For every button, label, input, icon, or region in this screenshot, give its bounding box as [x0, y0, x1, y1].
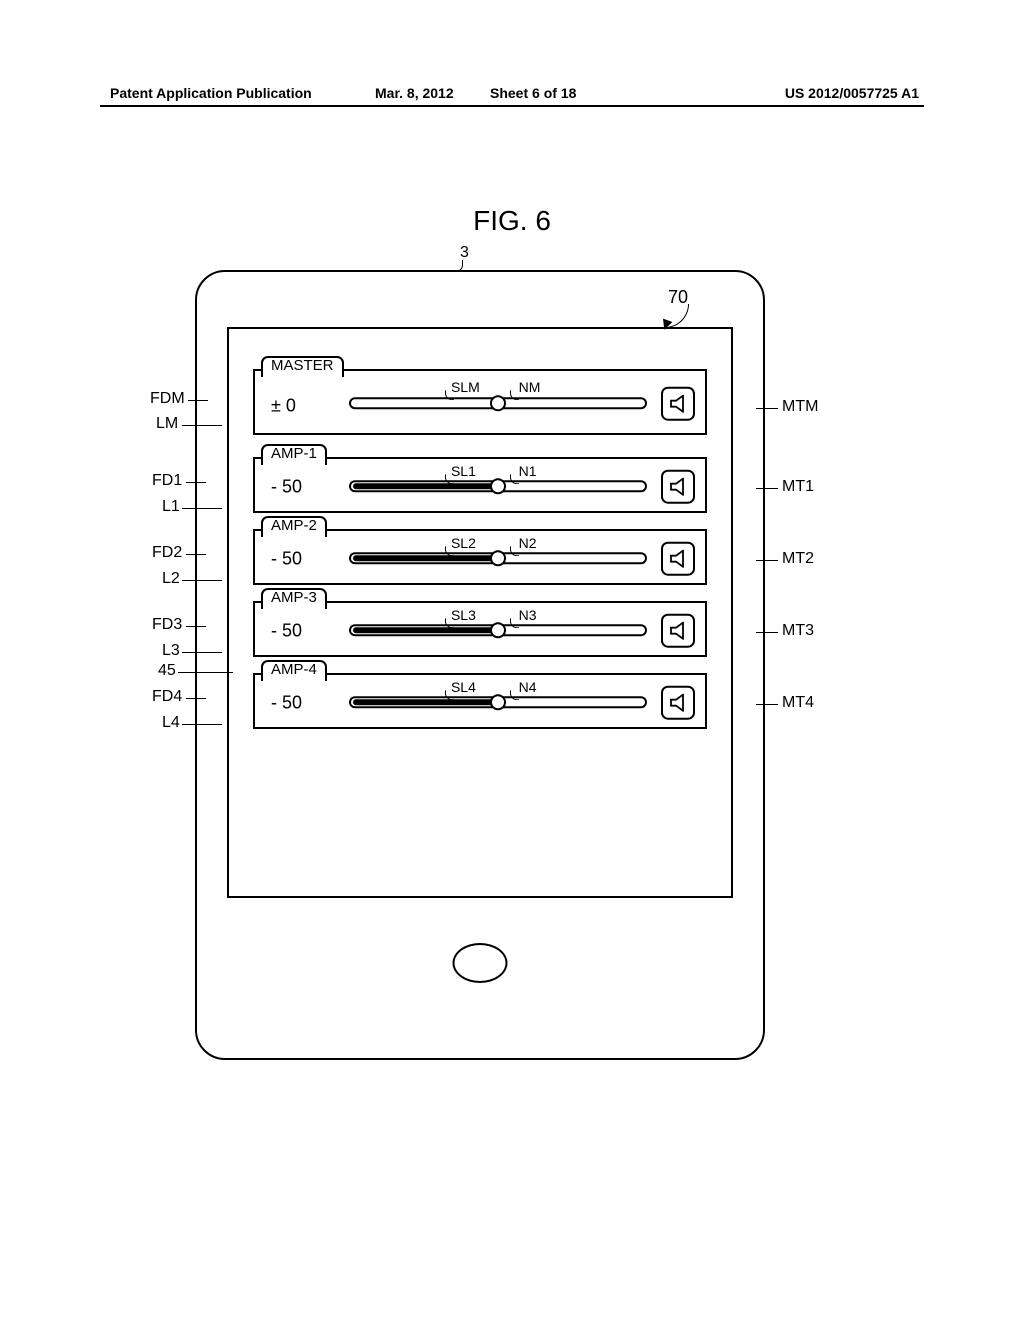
ref-l1: L1 [162, 498, 180, 516]
lead-lm [182, 425, 222, 426]
slider-track-1[interactable]: SL1 N1 [349, 480, 647, 492]
level-master: ± 0 [271, 396, 296, 417]
hook-slm [445, 390, 454, 400]
mute-button-master[interactable] [661, 387, 695, 421]
speaker-icon [669, 395, 691, 413]
mute-button-3[interactable] [661, 614, 695, 648]
slider-fill-2 [353, 555, 500, 561]
ref-fd3: FD3 [152, 616, 182, 634]
fader-row-master: MASTER ± 0 SLM NM [253, 369, 707, 435]
speaker-icon [669, 478, 691, 496]
lead-l4 [182, 724, 222, 725]
lead-mt2 [756, 560, 778, 561]
hook-n4 [510, 690, 519, 700]
mute-button-4[interactable] [661, 686, 695, 720]
slider-track-3[interactable]: SL3 N3 [349, 624, 647, 636]
ref-mt3: MT3 [782, 622, 814, 640]
ref-n4: N4 [519, 679, 537, 695]
speaker-icon [669, 694, 691, 712]
slider-fill-1 [353, 483, 500, 489]
fader-row-2: AMP-2 - 50 SL2 N2 [253, 529, 707, 585]
slider-track-master[interactable]: SLM NM [349, 397, 647, 409]
ref-slm: SLM [451, 379, 480, 395]
hdr-left: Patent Application Publication [110, 85, 312, 101]
ref-sl1: SL1 [451, 463, 476, 479]
slider-knob-1[interactable] [490, 478, 506, 494]
level-4: - 50 [271, 693, 302, 714]
speaker-icon [669, 550, 691, 568]
ref-nm: NM [519, 379, 541, 395]
lead-fdm [188, 400, 208, 401]
hook-n3 [510, 618, 519, 628]
lead-l3 [182, 652, 222, 653]
ref-mt4: MT4 [782, 694, 814, 712]
ref-l4: L4 [162, 714, 180, 732]
tablet-device: 70 MASTER ± 0 SLM NM AMP-1 [195, 270, 765, 1060]
lead-mtm [756, 408, 778, 409]
ref-n2: N2 [519, 535, 537, 551]
slider-track-2[interactable]: SL2 N2 [349, 552, 647, 564]
mute-button-2[interactable] [661, 542, 695, 576]
mute-button-1[interactable] [661, 470, 695, 504]
hdr-date: Mar. 8, 2012 [375, 85, 454, 101]
slider-knob-master[interactable] [490, 395, 506, 411]
fader-row-1: AMP-1 - 50 SL1 N1 [253, 457, 707, 513]
ref-mt2: MT2 [782, 550, 814, 568]
hook-n2 [510, 546, 519, 556]
lead-45 [178, 672, 233, 673]
lead-fd1 [186, 482, 206, 483]
lead-mt1 [756, 488, 778, 489]
ref-sl4: SL4 [451, 679, 476, 695]
lead-fd3 [186, 626, 206, 627]
tab-master: MASTER [261, 356, 344, 377]
fader-row-4: AMP-4 - 50 SL4 N4 [253, 673, 707, 729]
slider-knob-3[interactable] [490, 622, 506, 638]
home-button[interactable] [453, 943, 508, 983]
level-2: - 50 [271, 549, 302, 570]
hook-nm [510, 390, 519, 400]
hdr-sheet: Sheet 6 of 18 [490, 85, 576, 101]
tab-amp2: AMP-2 [261, 516, 327, 537]
tab-amp1: AMP-1 [261, 444, 327, 465]
ref-fdm: FDM [150, 390, 185, 408]
slider-fill-3 [353, 627, 500, 633]
hdr-pubno: US 2012/0057725 A1 [785, 85, 919, 101]
ref-l3: L3 [162, 642, 180, 660]
ref-l2: L2 [162, 570, 180, 588]
tab-amp4: AMP-4 [261, 660, 327, 681]
ref-45: 45 [158, 662, 176, 680]
ref-fd1: FD1 [152, 472, 182, 490]
slider-knob-2[interactable] [490, 550, 506, 566]
level-1: - 50 [271, 477, 302, 498]
ref-fd2: FD2 [152, 544, 182, 562]
ref-lm: LM [156, 415, 178, 433]
ref-mt1: MT1 [782, 478, 814, 496]
speaker-icon [669, 622, 691, 640]
ref-mtm: MTM [782, 398, 818, 416]
ref-sl3: SL3 [451, 607, 476, 623]
figure-title: FIG. 6 [0, 205, 1024, 237]
slider-track-4[interactable]: SL4 N4 [349, 696, 647, 708]
ref-n1: N1 [519, 463, 537, 479]
lead-fd4 [186, 698, 206, 699]
ref-n3: N3 [519, 607, 537, 623]
lead-l2 [182, 580, 222, 581]
level-3: - 50 [271, 621, 302, 642]
lead-mt4 [756, 704, 778, 705]
slider-knob-4[interactable] [490, 694, 506, 710]
tab-amp3: AMP-3 [261, 588, 327, 609]
slider-fill-4 [353, 699, 500, 705]
hook-n1 [510, 474, 519, 484]
screen-area: MASTER ± 0 SLM NM AMP-1 - 50 [227, 327, 733, 898]
lead-l1 [182, 508, 222, 509]
fader-row-3: AMP-3 - 50 SL3 N3 [253, 601, 707, 657]
ref-sl2: SL2 [451, 535, 476, 551]
hdr-rule [100, 105, 924, 107]
ref-fd4: FD4 [152, 688, 182, 706]
lead-mt3 [756, 632, 778, 633]
lead-fd2 [186, 554, 206, 555]
